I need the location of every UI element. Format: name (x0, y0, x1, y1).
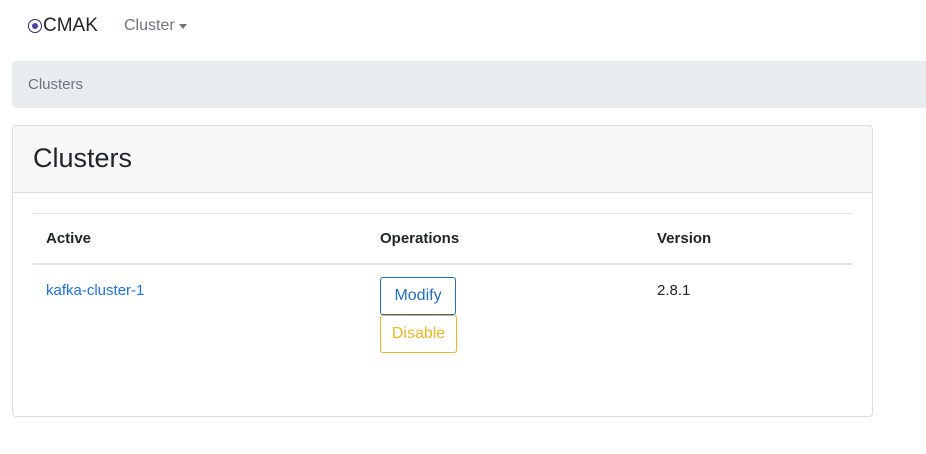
table-row: kafka-cluster-1 Modify Disable 2.8.1 (33, 265, 853, 365)
clusters-table: Active Operations Version kafka-cluster-… (33, 213, 853, 365)
caret-down-icon (178, 23, 187, 29)
brand-link[interactable]: CMAK (28, 14, 98, 38)
table-header: Active Operations Version (33, 214, 853, 265)
clusters-card: Clusters Active Operations Version kafka… (12, 125, 873, 417)
column-header-operations: Operations (380, 230, 460, 247)
breadcrumb-item-clusters: Clusters (28, 76, 84, 93)
page-title: Clusters (33, 143, 133, 173)
cluster-link[interactable]: kafka-cluster-1 (46, 282, 144, 299)
cluster-dropdown[interactable]: Cluster (124, 16, 187, 36)
disable-button[interactable]: Disable (380, 315, 457, 353)
cluster-version: 2.8.1 (657, 282, 691, 299)
navbar: CMAK Cluster (0, 0, 926, 52)
breadcrumb: Clusters (12, 61, 926, 108)
cmak-logo-icon (28, 19, 42, 33)
modify-button[interactable]: Modify (380, 277, 456, 315)
column-header-active: Active (46, 230, 92, 247)
column-header-version: Version (657, 230, 712, 247)
brand-text: CMAK (43, 15, 98, 36)
cluster-dropdown-label: Cluster (124, 17, 175, 34)
card-header: Clusters (13, 126, 872, 193)
